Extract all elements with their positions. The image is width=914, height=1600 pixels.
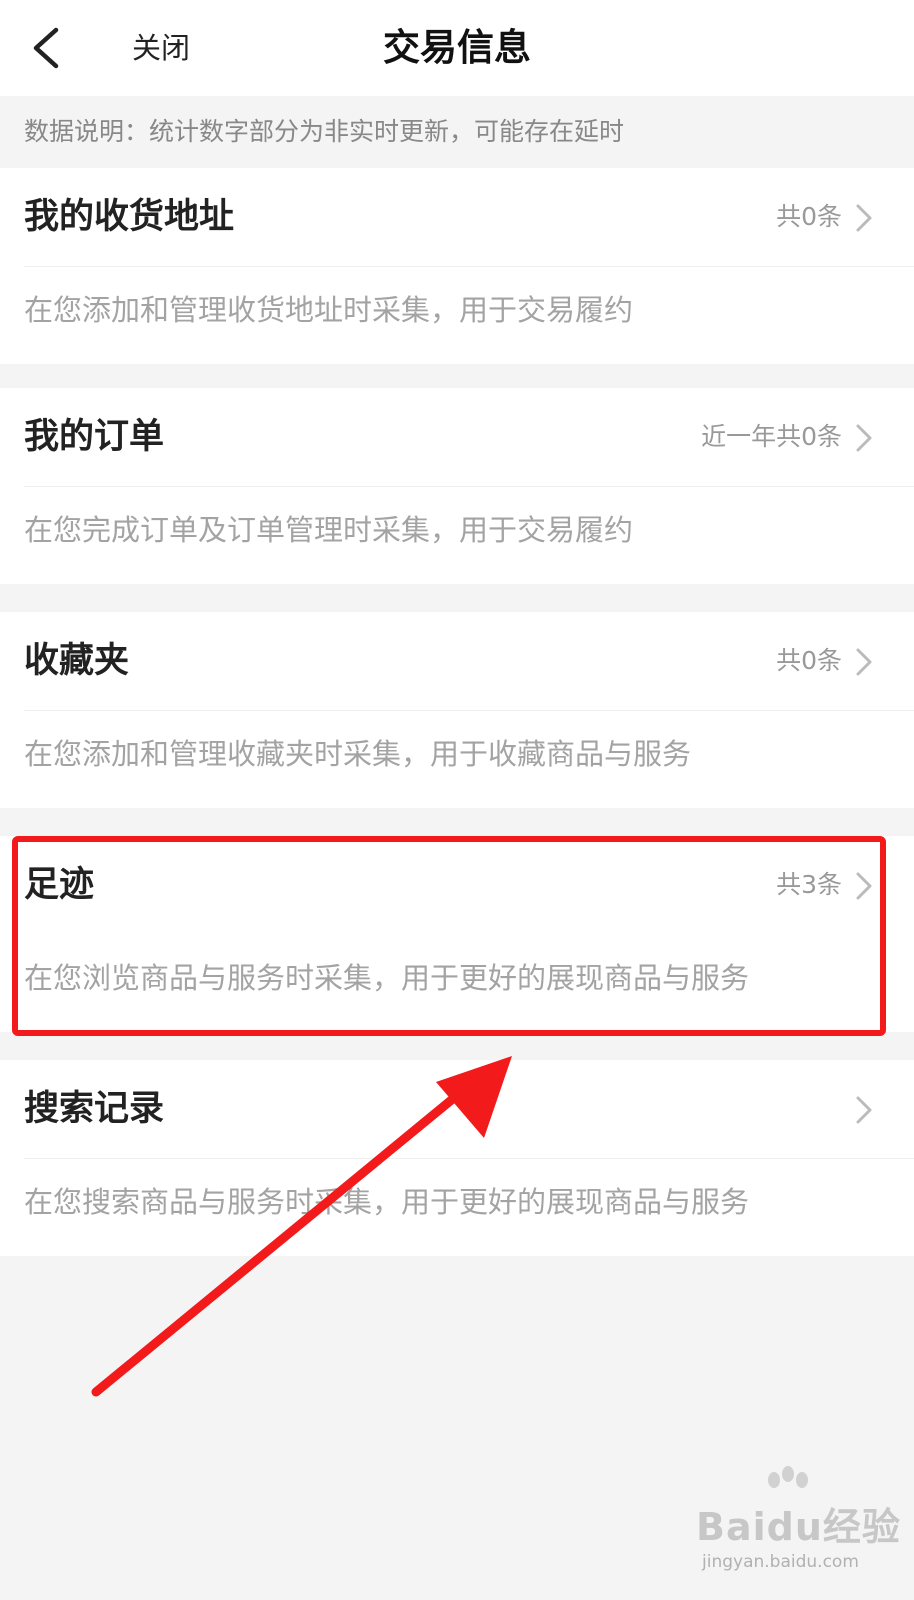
section-title: 足迹: [24, 865, 95, 905]
data-notice: 数据说明：统计数字部分为非实时更新，可能存在延时: [0, 96, 914, 168]
section-shipping-address: 我的收货地址 共0条 在您添加和管理收货地址时采集，用于交易履约: [0, 168, 914, 364]
section-description: 在您浏览商品与服务时采集，用于更好的展现商品与服务: [24, 961, 750, 995]
section-title: 收藏夹: [24, 641, 130, 681]
divider: [24, 266, 914, 267]
section-title: 我的收货地址: [24, 197, 235, 237]
search-history-row[interactable]: 搜索记录: [0, 1060, 914, 1158]
section-description: 在您完成订单及订单管理时采集，用于交易履约: [24, 513, 634, 547]
footprints-row[interactable]: 足迹 共3条: [0, 836, 914, 934]
record-count: 近一年共0条: [701, 422, 842, 451]
divider: [24, 1158, 914, 1159]
baidu-watermark: Baidu经验 jingyan.baidu.com: [696, 1466, 900, 1582]
section-description: 在您添加和管理收货地址时采集，用于交易履约: [24, 293, 634, 327]
section-title: 我的订单: [24, 417, 165, 457]
record-count: 共0条: [776, 202, 842, 231]
my-orders-row[interactable]: 我的订单 近一年共0条: [0, 388, 914, 486]
page-title: 交易信息: [383, 26, 531, 69]
section-favorites: 收藏夹 共0条 在您添加和管理收藏夹时采集，用于收藏商品与服务: [0, 612, 914, 808]
record-count: 共0条: [776, 646, 842, 675]
nav-bar: 关闭 交易信息: [0, 0, 914, 96]
favorites-row[interactable]: 收藏夹 共0条: [0, 612, 914, 710]
watermark-brand: Baidu经验: [696, 1505, 901, 1549]
chevron-right-icon: [856, 648, 872, 676]
chevron-right-icon: [856, 1096, 872, 1124]
chevron-right-icon: [856, 872, 872, 900]
section-my-orders: 我的订单 近一年共0条 在您完成订单及订单管理时采集，用于交易履约: [0, 388, 914, 584]
divider: [24, 710, 914, 711]
record-count: 共3条: [776, 870, 842, 899]
section-search-history: 搜索记录 在您搜索商品与服务时采集，用于更好的展现商品与服务: [0, 1060, 914, 1256]
section-description: 在您搜索商品与服务时采集，用于更好的展现商品与服务: [24, 1185, 750, 1219]
section-description: 在您添加和管理收藏夹时采集，用于收藏商品与服务: [24, 737, 692, 771]
section-title: 搜索记录: [24, 1089, 165, 1129]
watermark-url: jingyan.baidu.com: [702, 1552, 859, 1572]
divider: [24, 486, 914, 487]
shipping-address-row[interactable]: 我的收货地址 共0条: [0, 168, 914, 266]
chevron-right-icon: [856, 204, 872, 232]
section-footprints: 足迹 共3条 在您浏览商品与服务时采集，用于更好的展现商品与服务: [0, 836, 914, 1032]
chevron-right-icon: [856, 424, 872, 452]
